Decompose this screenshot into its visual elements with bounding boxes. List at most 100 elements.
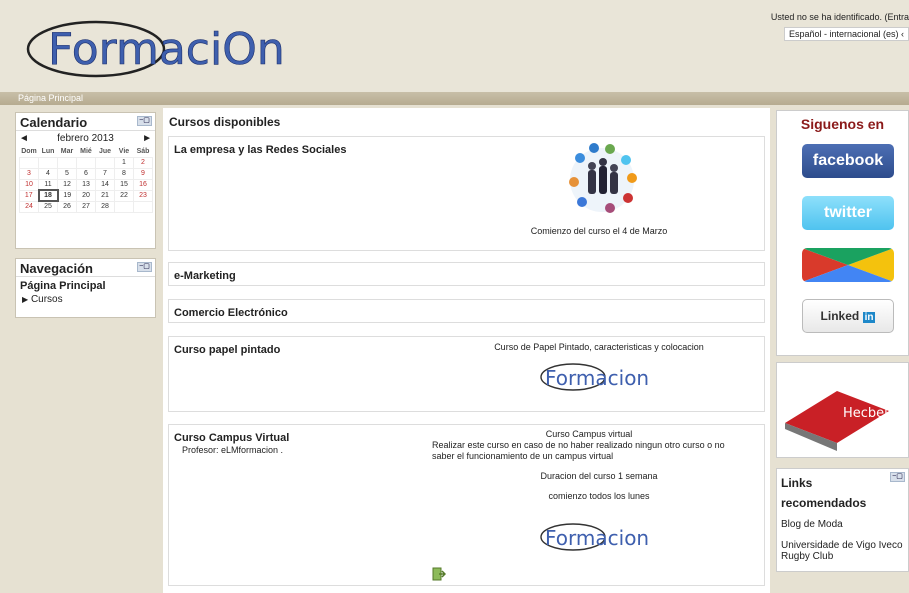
links-block: Links recomendados −▢ Blog de Moda Unive… [776,468,909,572]
course-item: Curso Campus Virtual Profesor: eLMformac… [168,424,765,586]
calendar-day[interactable]: 28 [95,200,115,213]
calendar-day[interactable]: 14 [95,178,115,191]
calendar-day[interactable]: 27 [76,200,96,213]
course-desc-title: Curso Campus virtual [545,429,633,439]
calendar-day[interactable]: 5 [57,167,77,180]
weekday-header: Lun [41,147,55,155]
course-teacher[interactable]: Profesor: eLMformacion . [182,445,283,455]
course-item: Comercio Electrónico [168,299,765,323]
course-caption: Comienzo del curso el 4 de Marzo [530,226,668,236]
course-item: Curso papel pintado Curso de Papel Pinta… [168,336,765,412]
calendar-day[interactable]: 17 [19,189,39,202]
weekday-header: Mié [80,147,92,155]
follow-us-title: Siguenos en [800,116,885,132]
navbar: Página Principal [0,92,909,105]
calendar-day [19,156,39,169]
svg-text:Formacion: Formacion [545,526,649,550]
calendar-month: febrero 2013 [57,133,114,144]
calendar-day[interactable]: 11 [38,178,58,191]
calendar-day[interactable]: 19 [57,189,77,202]
weekday-header: Jue [98,147,112,155]
linkedin-button[interactable]: Linked in [802,299,894,333]
page-header: FormaciOn Usted no se ha identificado. (… [0,0,909,92]
site-logo[interactable]: FormaciOn [26,14,296,84]
logo-text: FormaciOn [48,24,285,75]
calendar-day[interactable]: 16 [133,178,153,191]
calendar-day[interactable]: 24 [19,200,39,213]
breadcrumb-home[interactable]: Página Principal [18,93,83,103]
calendar-day[interactable]: 21 [95,189,115,202]
calendar-day[interactable]: 26 [57,200,77,213]
calendar-day[interactable]: 23 [133,189,153,202]
course-logo: Formacion [540,523,649,551]
hide-block-icon[interactable]: −▢ [137,262,152,272]
google-icon[interactable] [802,248,894,282]
nav-home-link[interactable]: Página Principal [16,277,155,292]
calendar-day[interactable]: 7 [95,167,115,180]
nav-cursos-link[interactable]: ▶ Cursos [16,292,155,305]
calendar-day [133,200,153,213]
calendar-grid: Dom Lun Mar Mié Jue Vie Sáb 1 2 3 4 5 6 7 8 9 10 11 12 13 1… [19,146,153,213]
course-item: e-Marketing [168,262,765,286]
calendar-day[interactable]: 13 [76,178,96,191]
course-title[interactable]: Comercio Electrónico [174,307,288,319]
linkedin-icon: in [862,312,876,323]
course-title[interactable]: Curso Campus Virtual [174,432,289,444]
calendar-day [76,156,96,169]
calendar-block: Calendario −▢ ◄ febrero 2013 ► Dom Lun Mar M… [15,112,156,249]
weekday-header: Dom [21,147,37,155]
calendar-day[interactable]: 6 [76,167,96,180]
course-title[interactable]: Curso papel pintado [174,344,280,356]
calendar-day [114,200,134,213]
calendar-day[interactable]: 1 [114,156,134,169]
hide-block-icon[interactable]: −▢ [890,472,905,482]
social-block: Siguenos en facebook twitter Linked in [776,110,909,356]
course-description: Realizar este curso en caso de no haber … [432,440,725,461]
calendar-day[interactable]: 15 [114,178,134,191]
course-duration: Duracion del curso 1 semana [540,471,658,481]
calendar-day[interactable]: 8 [114,167,134,180]
language-select[interactable]: Español - internacional (es) ‹ [783,27,909,41]
calendar-day[interactable]: 12 [57,178,77,191]
weekday-header: Mar [60,147,74,155]
calendar-day [95,156,115,169]
calendar-day[interactable]: 4 [38,167,58,180]
hecbel-block[interactable]: Hecbel [776,362,909,458]
link-vigo-rugby[interactable]: Universidade de Vigo Iveco Rugby Club [777,538,908,564]
social-network-image [569,143,637,213]
hide-block-icon[interactable]: −▢ [137,116,152,126]
link-blog-moda[interactable]: Blog de Moda [777,517,908,532]
svg-text:Hecbel: Hecbel [843,406,888,421]
calendar-day[interactable]: 9 [133,167,153,180]
course-title[interactable]: e-Marketing [174,270,236,282]
calendar-day[interactable]: 20 [76,189,96,202]
next-month-button[interactable]: ► [142,133,152,144]
twitter-button[interactable]: twitter [802,196,894,230]
course-description: Curso de Papel Pintado, caracteristicas … [494,342,704,352]
courses-heading: Cursos disponibles [169,115,281,129]
weekday-header: Sáb [136,147,150,155]
calendar-day[interactable]: 18 [37,189,59,202]
calendar-day[interactable]: 25 [38,200,58,213]
calendar-day[interactable]: 2 [133,156,153,169]
calendar-title: Calendario −▢ [16,113,155,131]
svg-text:Formacion: Formacion [545,366,649,390]
navigation-title: Navegación −▢ [16,259,155,277]
calendar-nav: ◄ febrero 2013 ► [16,131,155,146]
calendar-day[interactable]: 10 [19,178,39,191]
course-title[interactable]: La empresa y las Redes Sociales [174,144,346,156]
calendar-day [57,156,77,169]
calendar-day[interactable]: 3 [19,167,39,180]
course-start: comienzo todos los lunes [548,491,650,501]
prev-month-button[interactable]: ◄ [19,133,29,144]
triangle-right-icon: ▶ [22,295,29,304]
course-item: La empresa y las Redes Sociales Comienzo… [168,136,765,251]
weekday-header: Vie [118,147,130,155]
navigation-block: Navegación −▢ Página Principal ▶ Cursos [15,258,156,318]
calendar-day[interactable]: 22 [114,189,134,202]
links-title: Links recomendados −▢ [777,469,908,517]
login-info[interactable]: Usted no se ha identificado. (Entra [771,12,909,22]
facebook-button[interactable]: facebook [802,144,894,178]
enrol-icon[interactable] [432,567,446,581]
course-logo: Formacion [540,363,649,391]
